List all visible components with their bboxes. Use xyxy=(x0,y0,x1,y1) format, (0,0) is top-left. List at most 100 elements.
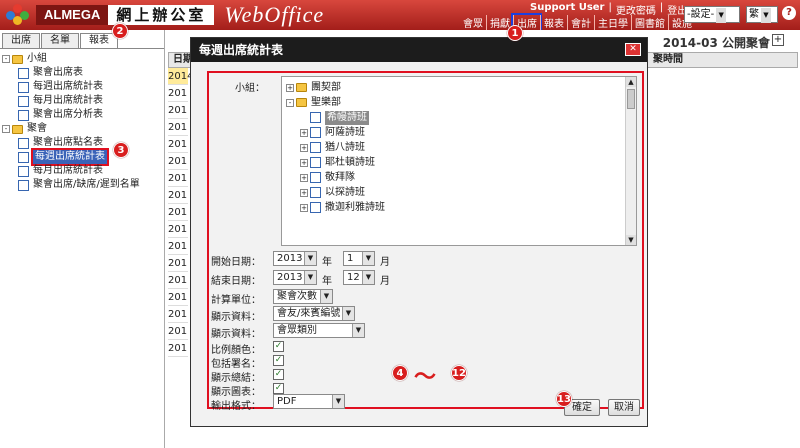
expand-icon[interactable]: + xyxy=(300,143,308,152)
callout-1: 1 xyxy=(507,25,523,41)
tree-item[interactable]: 聚會出席分析表 xyxy=(2,108,162,122)
tree-scrollbar[interactable]: ▲ ▼ xyxy=(625,77,636,245)
group-icon xyxy=(310,187,321,198)
dialog-title-bar[interactable]: 每週出席統計表 ✕ xyxy=(191,38,647,62)
settings-select[interactable]: -設定- ▼ xyxy=(684,6,740,23)
display-field-label: 顯示資料： xyxy=(211,312,261,323)
brand-chinese: 網上辦公室 xyxy=(108,5,215,25)
table-row[interactable]: 201 xyxy=(168,255,188,272)
table-row[interactable]: 201 xyxy=(168,153,188,170)
tree-node[interactable]: + 以探詩班 xyxy=(286,185,632,200)
table-row[interactable]: 201 xyxy=(168,170,188,187)
display-field-select[interactable]: 會友/來賓編號 ▼ xyxy=(273,306,355,321)
collapse-icon[interactable]: - xyxy=(286,98,294,107)
group-tree[interactable]: + 團契部 - 聖樂部 希幔詩班 + 阿薩詩班 + 猶八詩班 + 耶杜頓詩班 + 敬拜隊 +… xyxy=(281,76,637,246)
end-year-select[interactable]: 2013 ▼ xyxy=(273,270,317,285)
output-format-select[interactable]: PDF ▼ xyxy=(273,394,345,409)
chevron-down-icon: ▼ xyxy=(332,395,344,408)
folder-icon xyxy=(296,83,307,92)
report-icon xyxy=(18,137,29,149)
report-icon xyxy=(18,109,29,121)
table-row[interactable]: 201 xyxy=(168,187,188,204)
expand-icon[interactable]: + xyxy=(300,188,308,197)
tree-node[interactable]: + 敬拜隊 xyxy=(286,170,632,185)
ratio-color-checkbox[interactable]: ✓ xyxy=(273,341,284,352)
table-row[interactable]: 201 xyxy=(168,102,188,119)
tab-roster[interactable]: 名單 xyxy=(41,33,79,48)
expand-icon[interactable]: + xyxy=(300,128,308,137)
tree-item[interactable]: 每月出席統計表 xyxy=(2,164,162,178)
group-icon xyxy=(310,157,321,168)
close-icon[interactable]: ✕ xyxy=(625,43,641,56)
table-row[interactable]: 201 xyxy=(168,119,188,136)
tree-node[interactable]: + 團契部 xyxy=(286,80,632,95)
group-icon xyxy=(310,112,321,123)
tree-node[interactable]: + 撒迦利雅詩班 xyxy=(286,200,632,215)
table-row[interactable]: 201 xyxy=(168,204,188,221)
start-year-select[interactable]: 2013 ▼ xyxy=(273,251,317,266)
tree-item[interactable]: 聚會出席點名表 xyxy=(2,136,162,150)
tree-group-small-groups[interactable]: - 小組 xyxy=(2,52,162,66)
nav-reports[interactable]: 報表 xyxy=(540,15,567,30)
table-row[interactable]: 2014 xyxy=(168,68,193,85)
show-chart-checkbox[interactable]: ✓ xyxy=(273,383,284,394)
tree-item[interactable]: 每月出席統計表 xyxy=(2,94,162,108)
expand-icon[interactable]: + xyxy=(286,83,294,92)
calc-unit-select[interactable]: 聚會次數 ▼ xyxy=(273,289,333,304)
nav-library[interactable]: 圖書館 xyxy=(631,15,668,30)
table-row[interactable]: 201 xyxy=(168,272,188,289)
scroll-up-icon[interactable]: ▲ xyxy=(626,77,636,87)
tree-group-meetings[interactable]: - 聚會 xyxy=(2,122,162,136)
page-title: 2014-03 公開聚會 xyxy=(662,36,770,50)
end-month-select[interactable]: 12 ▼ xyxy=(343,270,375,285)
table-row[interactable]: 201 xyxy=(168,238,188,255)
folder-icon xyxy=(12,124,23,134)
end-date-label: 結束日期： xyxy=(211,276,261,287)
table-row[interactable]: 201 xyxy=(168,323,188,340)
chevron-down-icon: ▼ xyxy=(362,271,374,284)
table-row[interactable]: 201 xyxy=(168,306,188,323)
collapse-icon[interactable]: - xyxy=(2,125,10,133)
callout-range-tilde: ～ xyxy=(414,365,437,390)
main-nav: 會眾 捐獻 出席 報表 會計 主日學 圖書館 設施 xyxy=(460,13,695,32)
language-select[interactable]: 繁 ▼ xyxy=(746,6,778,23)
table-row[interactable]: 201 xyxy=(168,289,188,306)
include-names-label: 包括署名： xyxy=(211,359,261,370)
table-row[interactable]: 201 xyxy=(168,136,188,153)
scroll-thumb[interactable] xyxy=(627,89,635,109)
tree-item[interactable]: 聚會出席/缺席/遲到名單 xyxy=(2,178,162,192)
tree-node[interactable]: - 聖樂部 xyxy=(286,95,632,110)
expand-icon[interactable]: + xyxy=(300,173,308,182)
expand-icon[interactable]: + xyxy=(300,203,308,212)
col-time[interactable]: 聚時間 xyxy=(653,53,683,67)
scroll-down-icon[interactable]: ▼ xyxy=(626,235,636,245)
show-summary-checkbox[interactable]: ✓ xyxy=(273,369,284,380)
collapse-icon[interactable]: - xyxy=(2,55,10,63)
start-month-select[interactable]: 1 ▼ xyxy=(343,251,375,266)
dialog-title: 每週出席統計表 xyxy=(199,43,284,57)
group-label: 小組： xyxy=(235,83,265,94)
callout-4: 4 xyxy=(392,365,408,381)
expand-icon[interactable]: + xyxy=(300,158,308,167)
table-row[interactable]: 201 xyxy=(168,221,188,238)
tree-item[interactable]: 聚會出席表 xyxy=(2,66,162,80)
chevron-down-icon: ▼ xyxy=(342,307,354,320)
cancel-button[interactable]: 取消 xyxy=(608,399,640,416)
tree-node[interactable]: + 猶八詩班 xyxy=(286,140,632,155)
tree-node[interactable]: + 阿薩詩班 xyxy=(286,125,632,140)
tab-attendance[interactable]: 出席 xyxy=(2,33,40,48)
tree-item[interactable]: 每週出席統計表 xyxy=(2,80,162,94)
nav-members[interactable]: 會眾 xyxy=(460,15,486,30)
tree-item-selected[interactable]: 每週出席統計表 xyxy=(2,148,162,166)
table-row[interactable]: 201 xyxy=(168,340,188,357)
display-category-select[interactable]: 會眾類別 ▼ xyxy=(273,323,365,338)
table-row[interactable]: 201 xyxy=(168,85,188,102)
include-names-checkbox[interactable]: ✓ xyxy=(273,355,284,366)
nav-accounting[interactable]: 會計 xyxy=(567,15,594,30)
nav-sunday-school[interactable]: 主日學 xyxy=(594,15,631,30)
tree-node-selected[interactable]: 希幔詩班 xyxy=(286,110,632,125)
tree-node[interactable]: + 耶杜頓詩班 xyxy=(286,155,632,170)
help-icon[interactable]: ? xyxy=(782,6,796,20)
add-button[interactable]: + xyxy=(772,34,784,46)
chevron-down-icon: ▼ xyxy=(320,290,332,303)
